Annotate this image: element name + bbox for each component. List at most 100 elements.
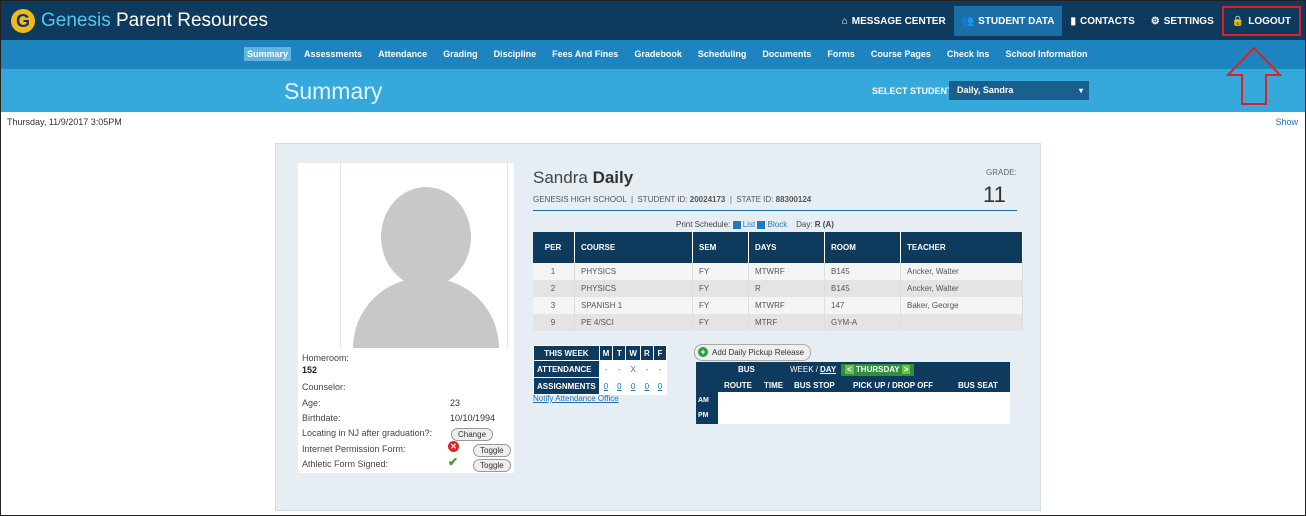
divider [533,210,1017,211]
prev-day-icon[interactable]: < [845,365,854,374]
table-cell: PHYSICS [574,263,693,280]
assignments-link[interactable]: 0 [639,377,654,395]
genesis-logo-icon[interactable]: G [11,9,35,33]
week-toggle[interactable]: WEEK / [790,365,818,374]
next-day-icon[interactable]: > [901,365,911,374]
homeroom-label: Homeroom: [302,353,350,363]
state-id-value: 88300124 [775,195,812,204]
subnav-fees-and-fines[interactable]: Fees And Fines [549,47,621,61]
table-cell: MTWRF [748,297,825,314]
add-pickup-label: Add Daily Pickup Release [712,348,805,357]
student-id-line: GENESIS HIGH SCHOOL | STUDENT ID: 200241… [533,195,812,204]
subnav-discipline[interactable]: Discipline [491,47,540,61]
day-r: R [639,345,654,361]
table-cell [900,314,1023,331]
nav-student-data[interactable]: 👥 STUDENT DATA [953,6,1063,36]
athletic-form-label: Athletic Form Signed: [302,459,389,469]
show-link[interactable]: Show [1275,117,1298,127]
table-cell: 147 [824,297,901,314]
table-cell: 3 [533,297,575,314]
day-toggle[interactable]: DAY [820,365,836,374]
add-daily-pickup-button[interactable]: + Add Daily Pickup Release [694,344,812,361]
day-w: W [625,345,641,361]
nav-contacts[interactable]: ▮ CONTACTS [1062,6,1142,36]
birthdate-value: 10/10/1994 [450,413,496,423]
print-schedule: Print Schedule: List Block Day: R (A) [676,220,834,229]
assignments-link[interactable]: 0 [612,377,627,395]
chevron-down-icon: ▾ [1078,86,1083,95]
nav-settings[interactable]: ⚙ SETTINGS [1143,6,1222,36]
day-label: Day: [796,220,813,229]
users-icon: 👥 [961,15,975,27]
notify-attendance-link[interactable]: Notify Attendance Office [533,394,619,403]
table-cell: Ancker, Walter [900,263,1023,280]
nav-label: MESSAGE CENTER [851,15,946,27]
print-list-link[interactable]: List [743,220,755,229]
table-cell: MTWRF [748,263,825,280]
subnav-attendance[interactable]: Attendance [375,47,430,61]
state-id-label: STATE ID: [736,195,774,204]
col-route: ROUTE [724,381,752,390]
this-week-table: THIS WEEK M T W R F ATTENDANCE - - X - -… [533,345,667,395]
am-label: AM [698,397,709,404]
age-label: Age: [302,398,321,408]
day-t: T [612,345,627,361]
brand-rest: Parent Resources [110,10,269,31]
pm-label: PM [698,412,709,419]
header-days: DAYS [748,232,825,263]
student-name: Sandra Daily [533,168,633,188]
assignments-link[interactable]: 0 [598,377,614,395]
table-cell: PE 4/SCI [574,314,693,331]
toggle-athletic-button[interactable]: Toggle [473,459,511,472]
day-name: THURSDAY [855,365,900,374]
header-course: COURSE [574,232,693,263]
header-room: ROOM [824,232,901,263]
nav-label: SETTINGS [1163,15,1214,27]
this-week-title: THIS WEEK [533,345,600,361]
list-icon[interactable] [732,220,741,229]
attendance-cell: X [625,360,641,378]
attendance-cell: - [612,360,627,378]
table-row: 9 PE 4/SCI FY MTRF GYM-A [533,314,1023,331]
subnav-assessments[interactable]: Assessments [301,47,365,61]
error-x-icon: ✕ [448,441,459,452]
attendance-cell: - [598,360,614,378]
table-cell: SPANISH 1 [574,297,693,314]
subnav-gradebook[interactable]: Gradebook [631,47,685,61]
subnav-check-ins[interactable]: Check Ins [944,47,993,61]
plus-icon: + [698,347,708,357]
assignments-label: ASSIGNMENTS [533,377,600,395]
subnav-grading[interactable]: Grading [440,47,481,61]
subnav-scheduling[interactable]: Scheduling [695,47,750,61]
nav-logout[interactable]: 🔒 LOGOUT [1221,6,1301,36]
select-student-dropdown[interactable]: Daily, Sandra ▾ [949,81,1089,100]
attendance-cell: - [652,360,667,378]
birthdate-label: Birthdate: [302,413,341,423]
day-f: F [652,345,667,361]
avatar-body [353,278,499,348]
table-cell: FY [692,314,749,331]
subnav-course-pages[interactable]: Course Pages [868,47,934,61]
day-picker: < THURSDAY > [841,364,915,376]
subnav-school-information[interactable]: School Information [1002,47,1090,61]
selected-student: Daily, Sandra [957,85,1014,95]
top-nav: ⌂ MESSAGE CENTER 👥 STUDENT DATA ▮ CONTACTS … [834,6,1301,36]
table-cell: FY [692,297,749,314]
age-value: 23 [450,398,461,408]
nav-message-center[interactable]: ⌂ MESSAGE CENTER [834,6,954,36]
change-button[interactable]: Change [451,428,494,441]
subnav-summary[interactable]: Summary [244,47,292,61]
assignments-link[interactable]: 0 [625,377,641,395]
subnav-forms[interactable]: Forms [824,47,858,61]
table-cell: R [748,280,825,297]
toggle-internet-button[interactable]: Toggle [473,444,511,457]
table-cell: FY [692,280,749,297]
header-sem: SEM [692,232,749,263]
bus-title: BUS [738,365,755,374]
print-block-link[interactable]: Block [768,220,788,229]
assignments-link[interactable]: 0 [652,377,667,395]
header-per: PER [533,232,575,263]
subnav-documents[interactable]: Documents [759,47,814,61]
lock-icon: 🔒 [1231,15,1245,27]
block-icon[interactable] [757,220,766,229]
